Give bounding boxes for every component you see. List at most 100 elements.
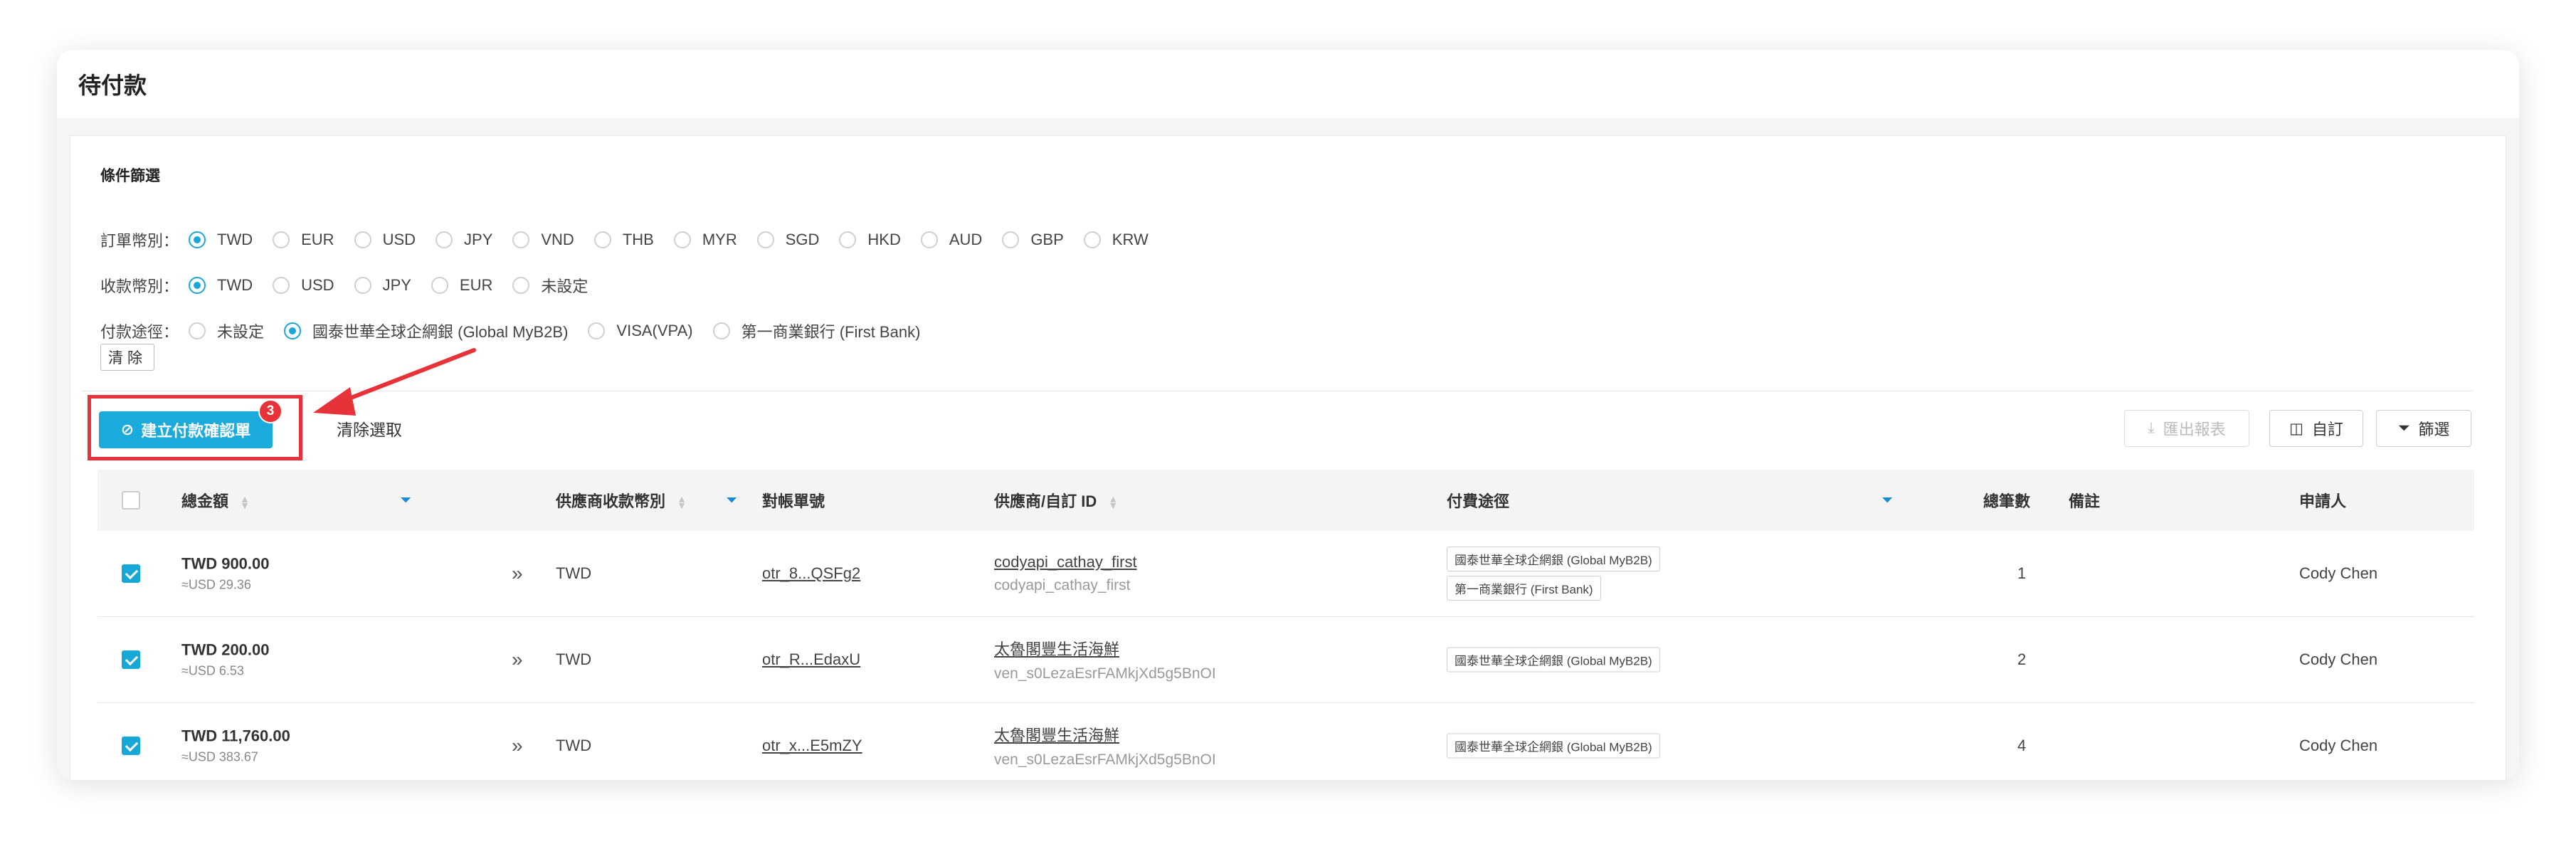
double-chevron-right-icon[interactable]: » [512,562,523,585]
radio-button[interactable] [512,231,530,248]
receive-currency-option[interactable]: JPY [354,274,411,297]
table-row[interactable]: TWD 200.00 ≈USD 6.53 » TWD otr_R...EdaxU… [97,617,2474,703]
vendor-currency-value: TWD [556,650,592,668]
header-vendor-id-label: 供應商/自訂 ID [994,492,1097,510]
receive-currency-option-label: TWD [217,276,253,294]
order-currency-option[interactable]: USD [354,231,416,249]
amount-usd-approx: ≈USD 29.36 [181,577,251,592]
radio-button[interactable] [756,231,774,248]
payment-table: 總金額 ▲ ▼ ⏷ 供應商收款幣別 ▲ ▼ ⏷ 對帳單號 供應商/自訂 ID ▲ ▼ … [97,470,2474,780]
radio-button[interactable] [284,322,302,339]
radio-button[interactable] [1002,231,1020,248]
radio-button[interactable] [920,231,938,248]
payment-route-option[interactable]: 未設定 [189,320,264,342]
payment-route-option-label: 國泰世華全球企網銀 (Global MyB2B) [312,323,569,341]
filter-funnel-icon[interactable]: ⏷ [1882,493,1892,508]
radio-button[interactable] [354,277,371,294]
payment-route-option[interactable]: 國泰世華全球企網銀 (Global MyB2B) [284,320,568,342]
selected-count-badge: 3 [258,399,283,423]
payment-route-option[interactable]: VISA(VPA) [588,320,693,342]
order-currency-option-label: GBP [1030,231,1064,248]
radio-button[interactable] [273,277,290,294]
clear-filter-button[interactable]: 清除 [100,344,154,371]
download-icon: ⤓ [2148,420,2155,436]
table-row[interactable]: TWD 900.00 ≈USD 29.36 » TWD otr_8...QSFg… [97,531,2474,617]
header-vendor-currency-label: 供應商收款幣別 [556,492,666,510]
payment-route-option-label: 第一商業銀行 (First Bank) [741,323,921,341]
radio-button[interactable] [189,231,206,248]
create-payment-confirmation-button[interactable]: ⊘ 建立付款確認單 [99,411,273,448]
order-currency-option[interactable]: MYR [673,231,737,249]
export-report-button[interactable]: ⤓ 匯出報表 [2124,410,2249,447]
order-currency-option[interactable]: EUR [273,231,334,249]
order-currency-option[interactable]: SGD [756,231,820,249]
table-header: 總金額 ▲ ▼ ⏷ 供應商收款幣別 ▲ ▼ ⏷ 對帳單號 供應商/自訂 ID ▲ ▼ … [97,470,2474,531]
order-currency-option[interactable]: THB [593,231,654,249]
vendor-name-link[interactable]: 太魯閣豐生活海鮮 [994,637,1216,660]
radio-button[interactable] [712,322,730,339]
double-chevron-right-icon[interactable]: » [512,648,523,671]
header-vendor-currency[interactable]: 供應商收款幣別 ▲ ▼ [556,489,687,512]
custom-columns-button[interactable]: ◫ 自訂 [2269,410,2363,447]
clear-selection-link[interactable]: 清除選取 [337,416,402,441]
vendor-id: codyapi_cathay_first [994,577,1131,594]
radio-button[interactable] [512,277,530,294]
order-currency-option[interactable]: TWD [189,231,253,249]
payment-route-tag: 國泰世華全球企網銀 (Global MyB2B) [1447,733,1660,759]
applicant-value: Cody Chen [2299,650,2378,668]
receive-currency-option[interactable]: TWD [189,274,253,297]
radio-button[interactable] [436,231,453,248]
row-checkbox[interactable] [122,564,140,583]
vendor-currency-value: TWD [556,737,592,754]
receive-currency-option-label: USD [301,276,334,294]
order-currency-option[interactable]: AUD [920,231,983,249]
receive-currency-option[interactable]: EUR [431,274,492,297]
amount-value: TWD 11,760.00 [181,727,290,745]
double-chevron-right-icon[interactable]: » [512,734,523,757]
receive-currency-option[interactable]: 未設定 [512,274,588,297]
radio-button[interactable] [273,231,290,248]
radio-button[interactable] [189,277,206,294]
order-currency-option[interactable]: GBP [1002,231,1064,249]
order-currency-option-label: THB [622,231,654,248]
table-row[interactable]: TWD 11,760.00 ≈USD 383.67 » TWD otr_x...… [97,703,2474,780]
order-currency-option[interactable]: HKD [839,231,901,249]
payment-route-option[interactable]: 第一商業銀行 (First Bank) [712,320,921,342]
order-currency-option[interactable]: KRW [1083,231,1149,249]
order-currency-option-label: TWD [217,231,253,248]
order-currency-option-label: VND [541,231,574,248]
filter-button[interactable]: ⏷ 篩選 [2376,410,2471,447]
statement-link[interactable]: otr_8...QSFg2 [762,564,860,583]
filter-funnel-icon[interactable]: ⏷ [401,493,411,508]
order-currency-option[interactable]: VND [512,231,574,249]
radio-button[interactable] [1083,231,1101,248]
header-vendor-id[interactable]: 供應商/自訂 ID ▲ ▼ [994,489,1118,512]
radio-button[interactable] [588,322,606,339]
payment-route-tags: 國泰世華全球企網銀 (Global MyB2B) 第一商業銀行 (First Ba… [1447,547,1660,601]
filter-funnel-icon[interactable]: ⏷ [727,493,737,508]
order-currency-option-label: JPY [464,231,493,248]
radio-button[interactable] [593,231,611,248]
statement-link[interactable]: otr_R...EdaxU [762,650,860,669]
order-currency-filter: 訂單幣別： TWD EUR USD JPY VND THB MYR SGD HKD AUD GBP K… [100,226,1168,254]
row-checkbox[interactable] [122,737,140,755]
select-all-checkbox[interactable] [122,491,140,510]
funnel-icon: ⏷ [2397,420,2410,436]
radio-button[interactable] [189,322,206,339]
vendor-name-link[interactable]: 太魯閣豐生活海鮮 [994,723,1216,746]
header-amount-label: 總金額 [181,492,229,510]
header-amount[interactable]: 總金額 ▲ ▼ [181,489,250,512]
radio-button[interactable] [839,231,857,248]
radio-button[interactable] [431,277,448,294]
table-body: TWD 900.00 ≈USD 29.36 » TWD otr_8...QSFg… [97,531,2474,780]
radio-button[interactable] [673,231,691,248]
order-currency-option[interactable]: JPY [436,231,492,249]
order-currency-option-label: AUD [949,231,983,248]
radio-button[interactable] [354,231,371,248]
row-checkbox[interactable] [122,650,140,669]
statement-link[interactable]: otr_x...E5mZY [762,737,862,755]
filter-section-title: 條件篩選 [100,168,160,184]
order-currency-option-label: SGD [785,231,820,248]
receive-currency-option[interactable]: USD [273,274,334,297]
vendor-name-link[interactable]: codyapi_cathay_first [994,553,1137,571]
